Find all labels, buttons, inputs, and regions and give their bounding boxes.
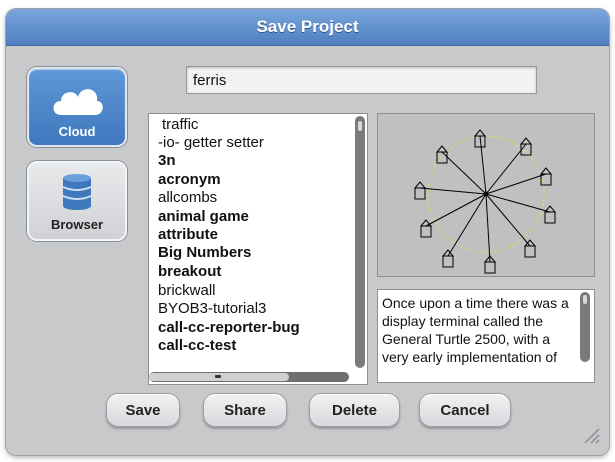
cloud-source-button[interactable]: Cloud xyxy=(27,67,127,147)
list-horizontal-scroll-track[interactable] xyxy=(149,372,349,382)
notes-line: display terminal called the xyxy=(382,313,544,329)
list-item[interactable]: breakout xyxy=(158,263,221,280)
list-item[interactable]: acronym xyxy=(158,171,221,188)
project-thumbnail xyxy=(377,113,595,277)
list-item[interactable]: call-cc-reporter-bug xyxy=(158,319,300,336)
share-button[interactable]: Share xyxy=(203,393,287,427)
dialog-title-bar[interactable]: Save Project xyxy=(6,9,609,46)
browser-source-label: Browser xyxy=(50,217,104,232)
notes-line: Once upon a time there was a xyxy=(382,295,569,311)
project-name-field[interactable] xyxy=(186,66,537,94)
list-horizontal-scrollbar[interactable] xyxy=(149,370,367,384)
notes-scroll-thumb[interactable] xyxy=(580,292,590,362)
save-button[interactable]: Save xyxy=(106,393,180,427)
database-icon xyxy=(62,174,92,210)
notes-text: Once upon a time there was a display ter… xyxy=(382,294,594,366)
resize-grip-icon[interactable] xyxy=(581,425,601,445)
project-list[interactable]: traffic -io- getter setter 3n acronym al… xyxy=(148,113,368,385)
cancel-button[interactable]: Cancel xyxy=(419,393,511,427)
list-item[interactable]: 3n xyxy=(158,152,176,169)
list-item[interactable]: BYOB3-tutorial3 xyxy=(158,300,266,317)
browser-source-button[interactable]: Browser xyxy=(27,161,127,241)
save-project-dialog: Save Project Cloud Browser traffic -io- … xyxy=(6,9,609,455)
list-item[interactable]: call-cc-test xyxy=(158,337,236,354)
list-item[interactable]: attribute xyxy=(158,226,218,243)
cloud-source-label: Cloud xyxy=(58,124,96,139)
project-notes[interactable]: Once upon a time there was a display ter… xyxy=(377,289,595,383)
list-item[interactable]: -io- getter setter xyxy=(158,134,264,151)
dialog-title: Save Project xyxy=(256,17,359,36)
list-item[interactable]: animal game xyxy=(158,208,249,225)
notes-line: General Turtle 2500, with a xyxy=(382,331,551,347)
list-vertical-scrollbar[interactable] xyxy=(354,114,366,372)
list-horizontal-scroll-thumb[interactable] xyxy=(149,373,289,381)
list-item[interactable]: allcombs xyxy=(158,189,217,206)
cloud-icon xyxy=(53,89,103,115)
list-vertical-scroll-thumb[interactable] xyxy=(355,116,365,368)
delete-button[interactable]: Delete xyxy=(309,393,400,427)
ferris-wheel-image xyxy=(413,129,557,274)
list-item[interactable]: traffic xyxy=(149,116,349,133)
notes-line: very early implementation of xyxy=(382,349,558,365)
list-item[interactable]: brickwall xyxy=(158,282,216,299)
list-item[interactable]: Big Numbers xyxy=(158,244,251,261)
